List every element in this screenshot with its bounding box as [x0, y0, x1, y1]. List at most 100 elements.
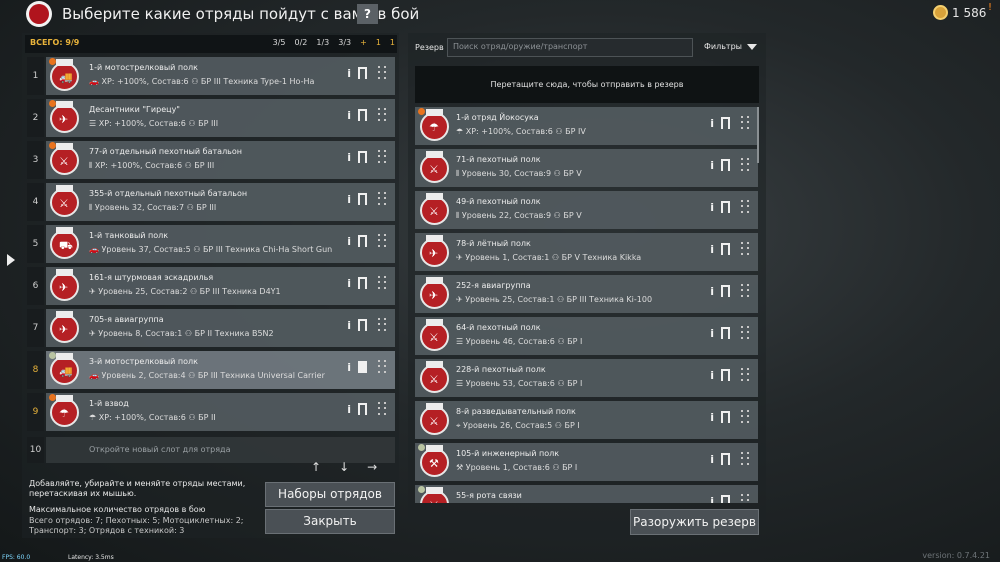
drag-handle-icon[interactable]	[378, 234, 387, 248]
reserve-squad-row[interactable]: ⚔ 64-й пехотный полк ☰ Уровень 46, Состав:…	[415, 317, 758, 355]
reserve-squad-row[interactable]: ⚔ 71-й пехотный полк ⫴ Уровень 30, Состав:…	[415, 149, 758, 187]
drag-handle-icon[interactable]	[741, 326, 750, 340]
arrow-down-icon[interactable]: ↓	[339, 460, 349, 474]
info-icon[interactable]: i	[710, 159, 714, 172]
squad-card[interactable]: ⚔ 355-й отдельный пехотный батальон ⫴ Уров…	[46, 183, 395, 221]
squad-card[interactable]: 🚚 3-й мотострелковый полк 🚗 Уровень 2, Сос…	[46, 351, 395, 389]
drag-handle-icon[interactable]	[378, 360, 387, 374]
drag-handle-icon[interactable]	[378, 192, 387, 206]
drag-handle-icon[interactable]	[741, 242, 750, 256]
drag-handle-icon[interactable]	[741, 410, 750, 424]
drag-handle-icon[interactable]	[741, 158, 750, 172]
reserve-drop-zone[interactable]: Перетащите сюда, чтобы отправить в резер…	[415, 66, 759, 103]
reserve-scrollbar[interactable]	[757, 107, 759, 163]
info-icon[interactable]: i	[710, 243, 714, 256]
info-icon[interactable]: i	[710, 327, 714, 340]
bookmark-icon[interactable]	[721, 285, 730, 297]
bookmark-icon[interactable]	[358, 67, 367, 79]
squad-card[interactable]: 🚚 1-й мотострелковый полк 🚗 XP: +100%, Сос…	[46, 57, 395, 95]
reserve-squad-row[interactable]: ⚔ 49-й пехотный полк ⫴ Уровень 22, Состав:…	[415, 191, 758, 229]
reserve-squad-row[interactable]: ✈ 78-й лётный полк ✈ Уровень 1, Состав:1 ⚇…	[415, 233, 758, 271]
info-icon[interactable]: i	[347, 235, 351, 248]
squad-row[interactable]: 5 ⛟ 1-й танковый полк 🚗 Уровень 37, Состав:…	[27, 225, 395, 263]
bookmark-icon[interactable]	[721, 201, 730, 213]
squad-row[interactable]: 4 ⚔ 355-й отдельный пехотный батальон ⫴ Уро…	[27, 183, 395, 221]
bookmark-icon[interactable]	[721, 369, 730, 381]
info-icon[interactable]: i	[710, 369, 714, 382]
drag-handle-icon[interactable]	[378, 402, 387, 416]
drag-handle-icon[interactable]	[741, 116, 750, 130]
squad-row[interactable]: 8 🚚 3-й мотострелковый полк 🚗 Уровень 2, Со…	[27, 351, 395, 389]
disarm-reserve-button[interactable]: Разоружить резерв	[630, 509, 759, 535]
info-icon[interactable]: i	[347, 67, 351, 80]
info-icon[interactable]: i	[710, 117, 714, 130]
squad-row[interactable]: 6 ✈ 161-я штурмовая эскадрилья ✈ Уровень 25…	[27, 267, 395, 305]
drag-handle-icon[interactable]	[741, 368, 750, 382]
bookmark-icon[interactable]	[721, 117, 730, 129]
drag-handle-icon[interactable]	[741, 494, 750, 503]
drag-handle-icon[interactable]	[378, 150, 387, 164]
info-icon[interactable]: i	[710, 453, 714, 466]
close-button[interactable]: Закрыть	[265, 509, 395, 534]
bookmark-icon[interactable]	[358, 319, 367, 331]
info-icon[interactable]: i	[347, 151, 351, 164]
info-icon[interactable]: i	[347, 193, 351, 206]
squad-card[interactable]: ⛟ 1-й танковый полк 🚗 Уровень 37, Состав:5…	[46, 225, 395, 263]
drag-handle-icon[interactable]	[741, 452, 750, 466]
bookmark-icon[interactable]	[721, 327, 730, 339]
squad-row[interactable]: 1 🚚 1-й мотострелковый полк 🚗 XP: +100%, Со…	[27, 57, 395, 95]
bookmark-icon[interactable]	[358, 193, 367, 205]
bookmark-icon[interactable]	[721, 495, 730, 503]
info-icon[interactable]: i	[347, 361, 351, 374]
reserve-squad-row[interactable]: ⚔ 8-й разведывательный полк ⌖ Уровень 26, …	[415, 401, 758, 439]
arrow-right-icon[interactable]: →	[367, 460, 377, 474]
reserve-squad-row[interactable]: ⚒ 105-й инженерный полк ⚒ Уровень 1, Соста…	[415, 443, 758, 481]
info-icon[interactable]: i	[347, 277, 351, 290]
squad-presets-button[interactable]: Наборы отрядов	[265, 482, 395, 507]
bookmark-icon[interactable]	[358, 235, 367, 247]
info-icon[interactable]: i	[347, 319, 351, 332]
drag-handle-icon[interactable]	[741, 200, 750, 214]
drag-handle-icon[interactable]	[741, 284, 750, 298]
squad-emblem-icon: ⛟	[50, 227, 79, 259]
squad-emblem-icon: ☂	[420, 109, 449, 141]
squad-row[interactable]: 9 ☂ 1-й взвод ☂ XP: +100%, Состав:6 ⚇ БР II…	[27, 393, 395, 431]
bookmark-icon[interactable]	[721, 453, 730, 465]
squad-stats-line1: Всего отрядов: 7; Пехотных: 5; Мотоцикле…	[29, 516, 244, 525]
reserve-squad-row[interactable]: ✈ 252-я авиагруппа ✈ Уровень 25, Состав:1 …	[415, 275, 758, 313]
info-icon[interactable]: i	[710, 495, 714, 503]
squad-card[interactable]: ✈ Десантники "Гирецу" ☰ XP: +100%, Состав:…	[46, 99, 395, 137]
drag-handle-icon[interactable]	[378, 108, 387, 122]
info-icon[interactable]: i	[347, 403, 351, 416]
squad-card[interactable]: ⚔ 77-й отдельный пехотный батальон ⫴ XP: +…	[46, 141, 395, 179]
squad-row[interactable]: 3 ⚔ 77-й отдельный пехотный батальон ⫴ XP: …	[27, 141, 395, 179]
info-icon[interactable]: i	[710, 201, 714, 214]
info-icon[interactable]: i	[710, 411, 714, 424]
reserve-squad-row[interactable]: ⚔ 55-я рота связи i	[415, 485, 758, 503]
squad-card[interactable]: ☂ 1-й взвод ☂ XP: +100%, Состав:6 ⚇ БР II i	[46, 393, 395, 431]
filters-button[interactable]: Фильтры	[704, 42, 757, 51]
info-icon[interactable]: i	[347, 109, 351, 122]
bookmark-icon[interactable]	[358, 361, 367, 373]
warning-icon[interactable]: !	[988, 2, 992, 13]
bookmark-icon[interactable]	[721, 159, 730, 171]
reserve-search-input[interactable]: Поиск отряд/оружие/транспорт	[447, 38, 693, 57]
info-icon[interactable]: i	[710, 285, 714, 298]
bookmark-icon[interactable]	[721, 243, 730, 255]
squad-row[interactable]: 7 ✈ 705-я авиагруппа ✈ Уровень 8, Состав:1 …	[27, 309, 395, 347]
squad-card[interactable]: ✈ 161-я штурмовая эскадрилья ✈ Уровень 25,…	[46, 267, 395, 305]
reserve-squad-row[interactable]: ☂ 1-й отряд Йокосука ☂ XP: +100%, Состав:6…	[415, 107, 758, 145]
squad-card[interactable]: ✈ 705-я авиагруппа ✈ Уровень 8, Состав:1 ⚇…	[46, 309, 395, 347]
arrow-up-icon[interactable]: ↑	[311, 460, 321, 474]
bookmark-icon[interactable]	[721, 411, 730, 423]
bookmark-icon[interactable]	[358, 403, 367, 415]
help-button[interactable]: ?	[357, 4, 378, 24]
drag-handle-icon[interactable]	[378, 66, 387, 80]
squad-row[interactable]: 2 ✈ Десантники "Гирецу" ☰ XP: +100%, Состав…	[27, 99, 395, 137]
bookmark-icon[interactable]	[358, 277, 367, 289]
bookmark-icon[interactable]	[358, 151, 367, 163]
drag-handle-icon[interactable]	[378, 276, 387, 290]
reserve-squad-row[interactable]: ⚔ 228-й пехотный полк ☰ Уровень 53, Состав…	[415, 359, 758, 397]
bookmark-icon[interactable]	[358, 109, 367, 121]
drag-handle-icon[interactable]	[378, 318, 387, 332]
